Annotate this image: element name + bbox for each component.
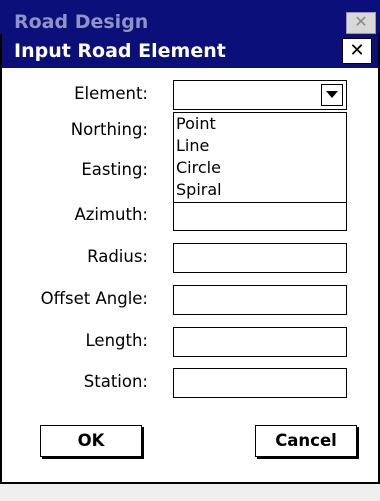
dropdown-option-line[interactable]: Line	[174, 135, 346, 157]
input-road-element-dialog: Input Road Element ✕ Element: Northing: …	[0, 34, 380, 483]
ok-button[interactable]: OK	[40, 425, 142, 457]
parent-close-button[interactable]: ✕	[346, 12, 376, 34]
element-dropdown-list: Point Line Circle Spiral	[173, 112, 347, 203]
dropdown-option-circle[interactable]: Circle	[174, 157, 346, 179]
station-row: Station:	[2, 368, 378, 398]
northing-label: Northing:	[70, 120, 148, 139]
station-field[interactable]	[173, 368, 347, 398]
station-label: Station:	[83, 372, 148, 391]
dropdown-arrow-button[interactable]	[321, 84, 343, 106]
easting-label: Easting:	[81, 160, 148, 179]
offset-angle-field[interactable]	[173, 285, 347, 315]
length-label: Length:	[85, 331, 148, 350]
dropdown-option-spiral[interactable]: Spiral	[174, 179, 346, 201]
dropdown-option-point[interactable]: Point	[174, 113, 346, 135]
length-field[interactable]	[173, 327, 347, 357]
radius-row: Radius:	[2, 243, 378, 273]
radius-field[interactable]	[173, 243, 347, 273]
parent-window-title: Road Design	[14, 11, 149, 33]
azimuth-field[interactable]	[173, 201, 347, 231]
dialog-title: Input Road Element	[14, 40, 226, 62]
length-row: Length:	[2, 327, 378, 357]
chevron-down-icon	[326, 91, 338, 98]
parent-titlebar: Road Design ✕	[0, 0, 380, 34]
element-label: Element:	[74, 84, 148, 103]
offset-angle-label: Offset Angle:	[40, 289, 148, 308]
azimuth-label: Azimuth:	[74, 205, 148, 224]
dialog-titlebar: Input Road Element ✕	[2, 34, 378, 68]
element-select[interactable]	[173, 80, 347, 110]
dialog-close-button[interactable]: ✕	[342, 38, 372, 64]
cancel-button[interactable]: Cancel	[255, 425, 357, 457]
radius-label: Radius:	[87, 247, 148, 266]
offset-angle-row: Offset Angle:	[2, 285, 378, 315]
element-row: Element:	[2, 80, 378, 110]
parent-status-strip	[0, 483, 380, 501]
azimuth-row: Azimuth:	[2, 201, 378, 231]
